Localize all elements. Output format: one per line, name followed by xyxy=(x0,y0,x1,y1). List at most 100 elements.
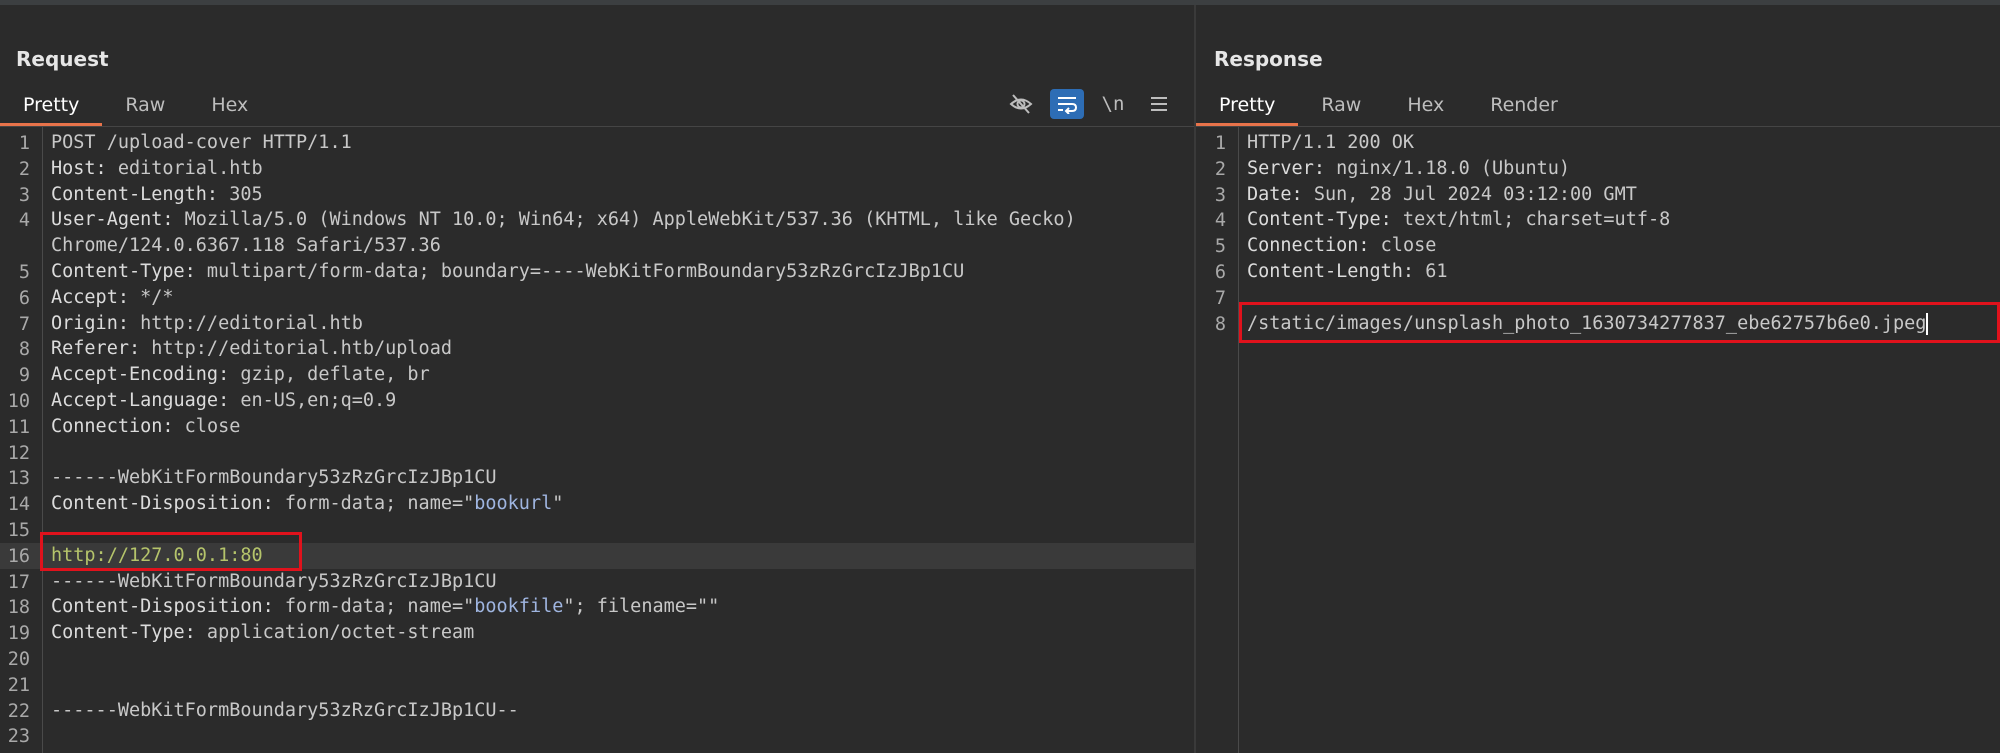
code-line: 18 Content-Disposition: form-data; name="… xyxy=(0,594,1194,620)
wrap-lines-icon[interactable] xyxy=(1050,89,1084,119)
request-tab-raw[interactable]: Raw xyxy=(102,85,188,123)
line-text: Referer: http://editorial.htb/upload xyxy=(51,336,1184,362)
response-tab-render[interactable]: Render xyxy=(1467,85,1581,123)
plain-text: ------WebKitFormBoundary53zRzGrcIzJBp1CU… xyxy=(51,699,519,721)
line-number: 7 xyxy=(18,313,30,335)
line-number: 5 xyxy=(1214,236,1226,258)
highlight-box-path xyxy=(1239,302,2000,343)
header-name: Host: xyxy=(51,157,107,179)
code-line: 8 Referer: http://editorial.htb/upload xyxy=(0,336,1194,362)
line-text: Accept: */* xyxy=(51,285,1184,311)
line-text: ------WebKitFormBoundary53zRzGrcIzJBp1CU xyxy=(51,569,1184,595)
header-name: Content-Type: xyxy=(51,622,196,644)
request-toolbar: \n xyxy=(1004,89,1176,119)
header-value: form-data; name=" xyxy=(273,596,475,618)
header-value: nginx/1.18.0 (Ubuntu) xyxy=(1324,157,1571,179)
request-tabs: Pretty Raw Hex xyxy=(0,85,271,126)
plain-text: ------WebKitFormBoundary53zRzGrcIzJBp1CU xyxy=(51,570,497,592)
line-number: 10 xyxy=(7,390,30,412)
line-text: POST /upload-cover HTTP/1.1 xyxy=(51,130,1184,156)
line-number: 20 xyxy=(7,648,30,670)
code-line: 5 Content-Type: multipart/form-data; boun… xyxy=(0,259,1194,285)
code-line: 22 ------WebKitFormBoundary53zRzGrcIzJBp1… xyxy=(0,698,1194,724)
request-tab-pretty[interactable]: Pretty xyxy=(0,85,103,126)
newline-toggle[interactable]: \n xyxy=(1096,89,1130,119)
code-line: 14 Content-Disposition: form-data; name="… xyxy=(0,491,1194,517)
code-line: 10 Accept-Language: en-US,en;q=0.9 xyxy=(0,388,1194,414)
line-number: 4 xyxy=(18,210,30,232)
line-text: Content-Type: application/octet-stream xyxy=(51,620,1184,646)
request-title: Request xyxy=(16,47,109,71)
header-value: application/octet-stream xyxy=(195,622,475,644)
line-number: 1 xyxy=(1214,133,1226,154)
header-value: editorial.htb xyxy=(106,157,263,179)
code-line: 6 Content-Length: 61 xyxy=(1196,259,2000,285)
request-editor[interactable]: 1 POST /upload-cover HTTP/1.1 2 Host: edito… xyxy=(0,130,1194,749)
header-value-tail: "; filename="" xyxy=(563,596,720,618)
line-text: Content-Disposition: form-data; name="bo… xyxy=(51,491,1184,517)
line-number: 14 xyxy=(7,494,30,516)
code-line: 3 Content-Length: 305 xyxy=(0,182,1194,208)
line-number: 5 xyxy=(18,261,30,283)
code-line: 1 HTTP/1.1 200 OK xyxy=(1196,130,2000,156)
line-text: Content-Length: 305 xyxy=(51,182,1184,208)
response-tab-rule xyxy=(1196,126,2000,127)
code-line: 17 ------WebKitFormBoundary53zRzGrcIzJBp1… xyxy=(0,569,1194,595)
header-name: User-Agent: xyxy=(51,209,174,231)
line-text: Connection: close xyxy=(51,414,1184,440)
header-name: Accept-Language: xyxy=(51,389,230,411)
header-name: Content-Length: xyxy=(51,183,219,205)
line-text: Accept-Language: en-US,en;q=0.9 xyxy=(51,388,1184,414)
eye-slash-icon[interactable] xyxy=(1004,89,1038,119)
line-number: 22 xyxy=(7,700,30,722)
header-name: Connection: xyxy=(51,415,174,437)
header-name: Connection: xyxy=(1247,235,1370,257)
header-value: 305 xyxy=(218,183,263,205)
code-line: 5 Connection: close xyxy=(1196,233,2000,259)
line-text: Date: Sun, 28 Jul 2024 03:12:00 GMT xyxy=(1247,182,1990,208)
line-number: 6 xyxy=(1214,261,1226,283)
code-line: 13 ------WebKitFormBoundary53zRzGrcIzJBp1… xyxy=(0,465,1194,491)
line-number: 9 xyxy=(18,365,30,387)
request-tab-hex[interactable]: Hex xyxy=(188,85,271,123)
response-pane: Response Pretty Raw Hex Render 1 HTTP/1.1… xyxy=(1196,5,2000,753)
header-value: http://editorial.htb/upload xyxy=(140,338,452,360)
code-line: 11 Connection: close xyxy=(0,414,1194,440)
code-line: 20 xyxy=(0,646,1194,672)
code-line: 12 xyxy=(0,440,1194,466)
header-value: 61 xyxy=(1414,260,1448,282)
line-number: 2 xyxy=(18,158,30,180)
line-text: Content-Type: multipart/form-data; bound… xyxy=(51,259,1184,285)
plain-text: ------WebKitFormBoundary53zRzGrcIzJBp1CU xyxy=(51,467,497,489)
header-name: Content-Length: xyxy=(1247,260,1415,282)
plain-text: HTTP/1.1 200 OK xyxy=(1247,132,1415,153)
line-number: 4 xyxy=(1214,210,1226,232)
header-value: Sun, 28 Jul 2024 03:12:00 GMT xyxy=(1302,183,1637,205)
line-number: 6 xyxy=(18,287,30,309)
response-tab-pretty[interactable]: Pretty xyxy=(1196,85,1299,126)
header-value: Mozilla/5.0 (Windows NT 10.0; Win64; x64… xyxy=(51,209,1087,257)
code-line: 9 Accept-Encoding: gzip, deflate, br xyxy=(0,362,1194,388)
line-text: Server: nginx/1.18.0 (Ubuntu) xyxy=(1247,156,1990,182)
response-tab-hex[interactable]: Hex xyxy=(1384,85,1467,123)
line-text: Content-Length: 61 xyxy=(1247,259,1990,285)
header-name: Origin: xyxy=(51,312,129,334)
line-number: 15 xyxy=(7,519,30,541)
code-line: 6 Accept: */* xyxy=(0,285,1194,311)
line-text: Content-Disposition: form-data; name="bo… xyxy=(51,594,1184,620)
highlight-box-url xyxy=(40,532,302,571)
header-name: Date: xyxy=(1247,183,1303,205)
line-number: 3 xyxy=(1214,184,1226,206)
header-value: */* xyxy=(128,286,174,308)
header-value: text/html; charset=utf-8 xyxy=(1391,209,1671,231)
response-tab-raw[interactable]: Raw xyxy=(1298,85,1384,123)
code-line: 23 xyxy=(0,723,1194,749)
code-line: 1 POST /upload-cover HTTP/1.1 xyxy=(0,130,1194,156)
line-text: Accept-Encoding: gzip, deflate, br xyxy=(51,362,1184,388)
line-number: 17 xyxy=(7,571,30,593)
code-line: 3 Date: Sun, 28 Jul 2024 03:12:00 GMT xyxy=(1196,182,2000,208)
line-number: 16 xyxy=(7,545,30,567)
hamburger-menu-icon[interactable] xyxy=(1142,89,1176,119)
header-name: Content-Disposition: xyxy=(51,493,274,515)
code-line: 7 Origin: http://editorial.htb xyxy=(0,311,1194,337)
